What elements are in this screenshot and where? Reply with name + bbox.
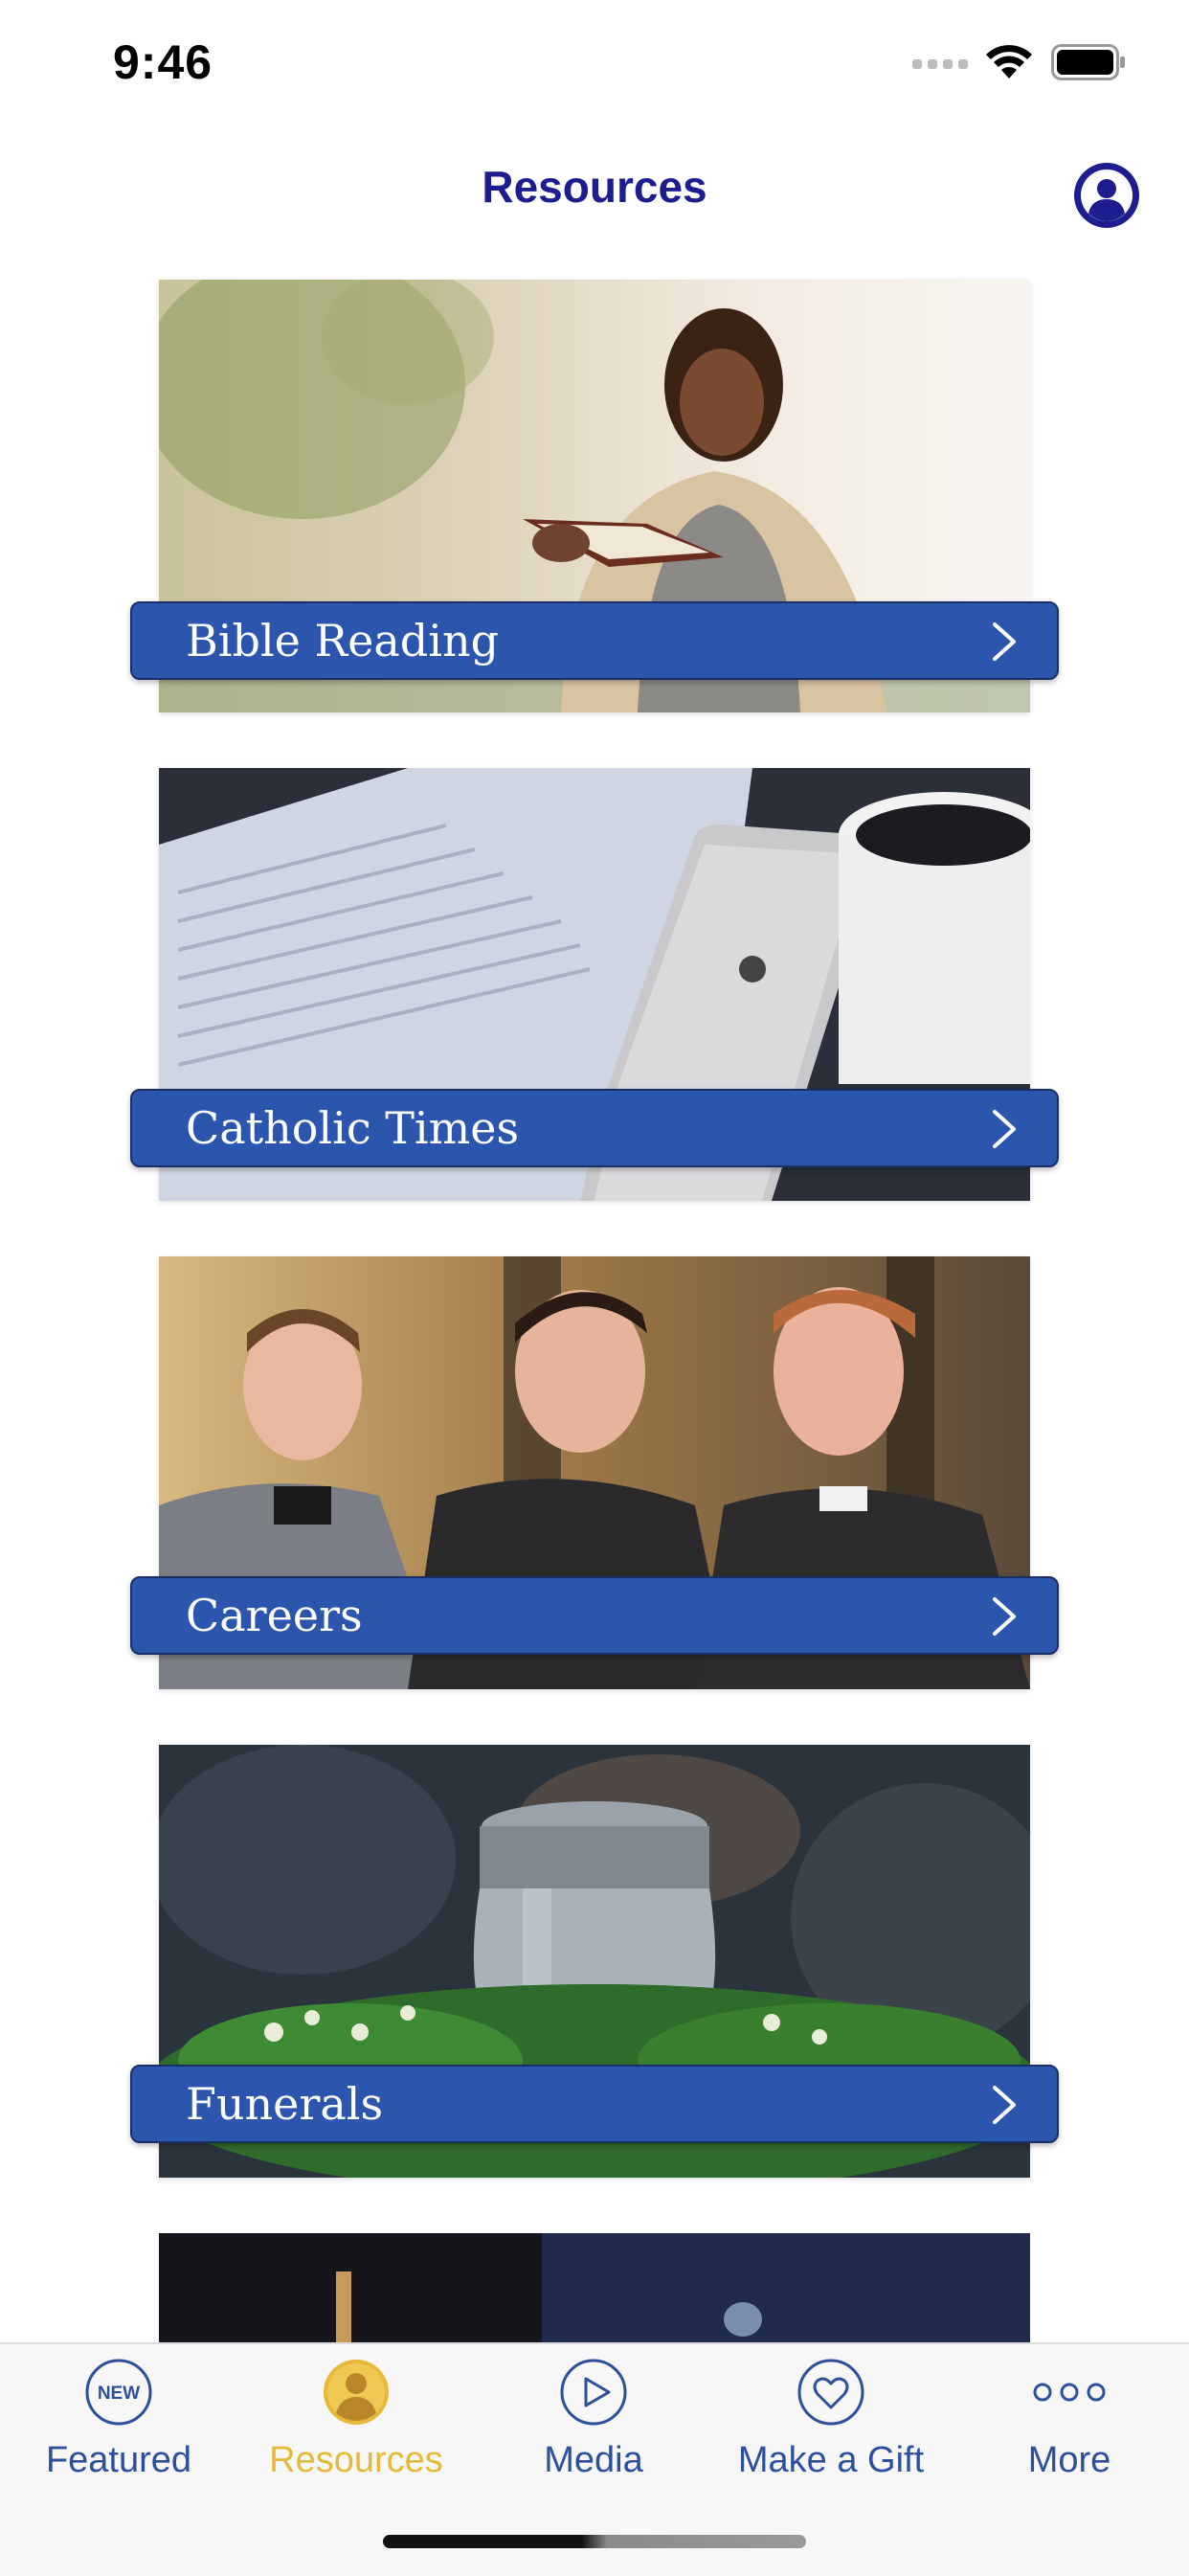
more-dots-icon [1033,2383,1106,2402]
status-time: 9:46 [113,35,213,89]
home-indicator[interactable] [383,2535,806,2548]
chevron-right-icon [993,622,1016,661]
new-badge-icon: NEW [85,2359,152,2426]
tab-label: Featured [45,2440,192,2480]
profile-button[interactable] [1072,161,1141,230]
tab-media[interactable]: Media [475,2344,712,2507]
tab-label: Resources [269,2440,443,2480]
card-banner-funerals[interactable]: Funerals [130,2065,1059,2143]
tab-make-a-gift[interactable]: Make a Gift [712,2344,950,2507]
card-partial-photo [159,2233,1030,2342]
card-banner-careers[interactable]: Careers [130,1576,1059,1655]
status-bar: 9:46 [0,0,1189,134]
cellular-signal-icon [912,59,968,69]
chevron-right-icon [993,1597,1016,1636]
play-icon [560,2359,627,2426]
tab-label: Media [544,2440,643,2480]
card-label: Bible Reading [186,615,500,667]
tab-label: More [1027,2440,1111,2480]
tab-more[interactable]: More [950,2344,1189,2507]
card-label: Funerals [186,2078,384,2130]
battery-icon [1051,44,1125,80]
card-label: Catholic Times [186,1102,520,1154]
person-icon [324,2360,389,2425]
card-label: Careers [186,1590,363,1641]
card-banner-catholic-times[interactable]: Catholic Times [130,1089,1059,1167]
new-badge-text: NEW [98,2384,140,2404]
tab-featured[interactable]: NEW Featured [0,2344,237,2507]
card-partial[interactable] [159,2233,1030,2342]
chevron-right-icon [993,2086,1016,2124]
tab-resources[interactable]: Resources [237,2344,475,2507]
page-title: Resources [482,162,707,212]
tab-label: Make a Gift [737,2440,925,2480]
card-banner-bible-reading[interactable]: Bible Reading [130,601,1059,680]
chevron-right-icon [993,1110,1016,1148]
heart-icon [797,2359,864,2426]
wifi-icon [986,45,1032,79]
